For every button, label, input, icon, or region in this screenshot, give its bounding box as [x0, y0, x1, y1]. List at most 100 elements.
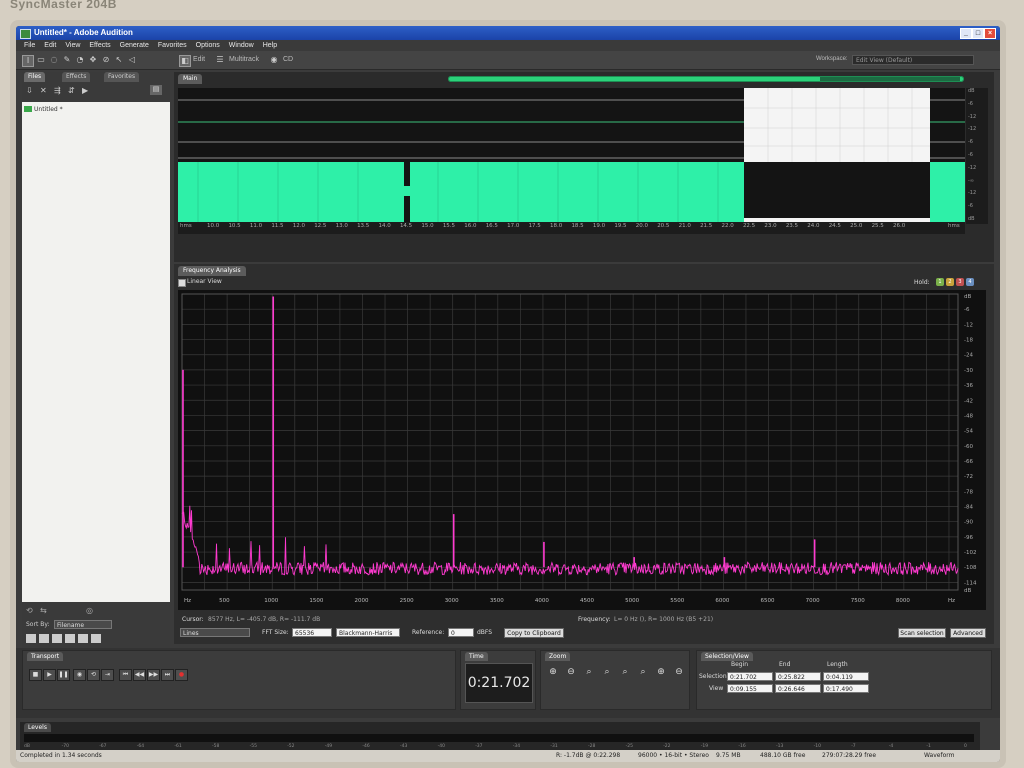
- edit-view-label[interactable]: Edit: [193, 56, 205, 63]
- view-begin-field[interactable]: 0:09.155: [727, 684, 773, 693]
- pointer-tool-icon[interactable]: ↖: [114, 55, 124, 65]
- time-selection-tool-icon[interactable]: I: [22, 55, 34, 67]
- filter-loop-icon[interactable]: [39, 634, 49, 643]
- lasso-tool-icon[interactable]: ◌: [49, 55, 59, 65]
- stop-icon[interactable]: ■: [29, 669, 42, 681]
- play-view-icon[interactable]: ◉: [73, 669, 86, 681]
- file-item[interactable]: Untitled *: [34, 106, 63, 113]
- hold-button-2[interactable]: 2: [946, 278, 954, 286]
- menu-view[interactable]: View: [65, 40, 80, 51]
- close-button[interactable]: ×: [984, 28, 996, 39]
- import-file-icon[interactable]: ⇩: [26, 86, 33, 95]
- zoom-in-horizontal-icon[interactable]: ⊕: [545, 665, 561, 679]
- edit-view-icon[interactable]: ◧: [179, 55, 191, 67]
- advanced-button[interactable]: Advanced: [950, 628, 986, 638]
- multitrack-view-icon[interactable]: ☰: [215, 55, 225, 65]
- move-tool-icon[interactable]: ✥: [88, 55, 98, 65]
- view-end-field[interactable]: 0:26.646: [775, 684, 821, 693]
- volume-icon[interactable]: ◎: [86, 606, 93, 615]
- tab-files[interactable]: Files: [24, 72, 46, 82]
- filter-session-icon[interactable]: [78, 634, 88, 643]
- filter-folder-icon[interactable]: [91, 634, 101, 643]
- menu-help[interactable]: Help: [263, 40, 277, 51]
- tab-zoom[interactable]: Zoom: [545, 652, 571, 661]
- razor-tool-icon[interactable]: ⊘: [101, 55, 111, 65]
- y-tick-label: -60: [964, 444, 973, 450]
- hybrid-tool-icon[interactable]: ✎: [62, 55, 72, 65]
- menu-file[interactable]: File: [24, 40, 35, 51]
- menu-edit[interactable]: Edit: [44, 40, 56, 51]
- cd-view-label[interactable]: CD: [283, 56, 293, 63]
- play-icon[interactable]: ▶: [43, 669, 56, 681]
- selection-end-field[interactable]: 0:25.822: [775, 672, 821, 681]
- hold-button-3[interactable]: 3: [956, 278, 964, 286]
- menu-window[interactable]: Window: [229, 40, 254, 51]
- zoom-selection-icon[interactable]: ⌕: [599, 665, 615, 679]
- end-header: End: [779, 661, 791, 668]
- menu-favorites[interactable]: Favorites: [158, 40, 187, 51]
- zoom-out-horizontal-icon[interactable]: ⊖: [563, 665, 579, 679]
- display-mode-select[interactable]: Lines: [180, 628, 250, 637]
- close-file-icon[interactable]: ✕: [40, 86, 47, 95]
- rewind-icon[interactable]: ◀◀: [133, 669, 146, 681]
- fft-size-select[interactable]: 65536: [292, 628, 332, 637]
- spot-healing-icon[interactable]: ◔: [75, 55, 85, 65]
- autoplay-icon[interactable]: ⇆: [40, 606, 47, 615]
- overview-view-range[interactable]: [820, 77, 960, 81]
- cd-view-icon[interactable]: ◉: [269, 55, 279, 65]
- waveform-display[interactable]: [178, 88, 965, 224]
- ruler-tick-label: 12.0: [292, 223, 305, 229]
- sort-by-select[interactable]: Filename: [54, 620, 112, 629]
- spectrum-plot[interactable]: dB -6 -12 -18 -24 -30 -36 -42 -48 -54 -60 -66 -72 -78…: [178, 290, 986, 610]
- record-icon[interactable]: ●: [175, 669, 188, 681]
- pause-icon[interactable]: ❚❚: [57, 669, 70, 681]
- menu-effects[interactable]: Effects: [89, 40, 110, 51]
- insert-cd-icon[interactable]: ⇵: [68, 86, 75, 95]
- zoom-full-icon[interactable]: ⌕: [581, 665, 597, 679]
- selection-begin-field[interactable]: 0:21.702: [727, 672, 773, 681]
- loop-play-icon[interactable]: ⟲: [87, 669, 100, 681]
- copy-to-clipboard-button[interactable]: Copy to Clipboard: [504, 628, 564, 638]
- filter-audio-icon[interactable]: [26, 634, 36, 643]
- tab-favorites[interactable]: Favorites: [104, 72, 140, 82]
- go-to-end-icon[interactable]: ⏭: [161, 669, 174, 681]
- selection-length-field[interactable]: 0:04.119: [823, 672, 869, 681]
- go-to-start-icon[interactable]: ⏮: [119, 669, 132, 681]
- scan-selection-button[interactable]: Scan selection: [898, 628, 946, 638]
- workspace-select[interactable]: Edit View (Default): [852, 55, 974, 65]
- zoom-left-icon[interactable]: ⌕: [617, 665, 633, 679]
- zoom-right-icon[interactable]: ⌕: [635, 665, 651, 679]
- minimize-button[interactable]: _: [960, 28, 972, 39]
- tab-transport[interactable]: Transport: [27, 652, 64, 661]
- marquee-tool-icon[interactable]: ▭: [36, 55, 46, 65]
- loop-icon[interactable]: ⟲: [26, 606, 33, 615]
- filter-midi-icon[interactable]: [65, 634, 75, 643]
- tab-selection-view[interactable]: Selection/View: [701, 652, 753, 661]
- level-scale-tick: -1: [926, 744, 931, 749]
- panel-options-icon[interactable]: ▤: [150, 85, 162, 95]
- overview-scrollbar[interactable]: [448, 76, 964, 82]
- filter-video-icon[interactable]: [52, 634, 62, 643]
- menu-generate[interactable]: Generate: [120, 40, 149, 51]
- zoom-in-vertical-icon[interactable]: ⊕: [653, 665, 669, 679]
- menu-options[interactable]: Options: [196, 40, 220, 51]
- view-length-field[interactable]: 0:17.490: [823, 684, 869, 693]
- tab-time[interactable]: Time: [465, 652, 488, 661]
- fast-forward-icon[interactable]: ▶▶: [147, 669, 160, 681]
- time-ruler[interactable]: hms 10.0 10.5 11.0 11.5 12.0 12.5 13.0 13.5 14.0 1…: [178, 222, 965, 234]
- scrub-tool-icon[interactable]: ◁: [127, 55, 137, 65]
- insert-multitrack-icon[interactable]: ⇶: [54, 86, 61, 95]
- tab-frequency-analysis[interactable]: Frequency Analysis: [178, 266, 246, 276]
- play-file-icon[interactable]: ▶: [82, 86, 88, 95]
- play-to-end-icon[interactable]: ⇥: [101, 669, 114, 681]
- linear-view-checkbox[interactable]: [178, 279, 186, 287]
- reference-input[interactable]: 0: [448, 628, 474, 637]
- multitrack-view-label[interactable]: Multitrack: [229, 56, 259, 63]
- window-function-select[interactable]: Blackmann-Harris: [336, 628, 400, 637]
- hold-button-4[interactable]: 4: [966, 278, 974, 286]
- tab-effects[interactable]: Effects: [62, 72, 91, 82]
- maximize-button[interactable]: □: [972, 28, 984, 39]
- zoom-out-vertical-icon[interactable]: ⊖: [671, 665, 687, 679]
- tab-main[interactable]: Main: [178, 74, 203, 84]
- hold-button-1[interactable]: 1: [936, 278, 944, 286]
